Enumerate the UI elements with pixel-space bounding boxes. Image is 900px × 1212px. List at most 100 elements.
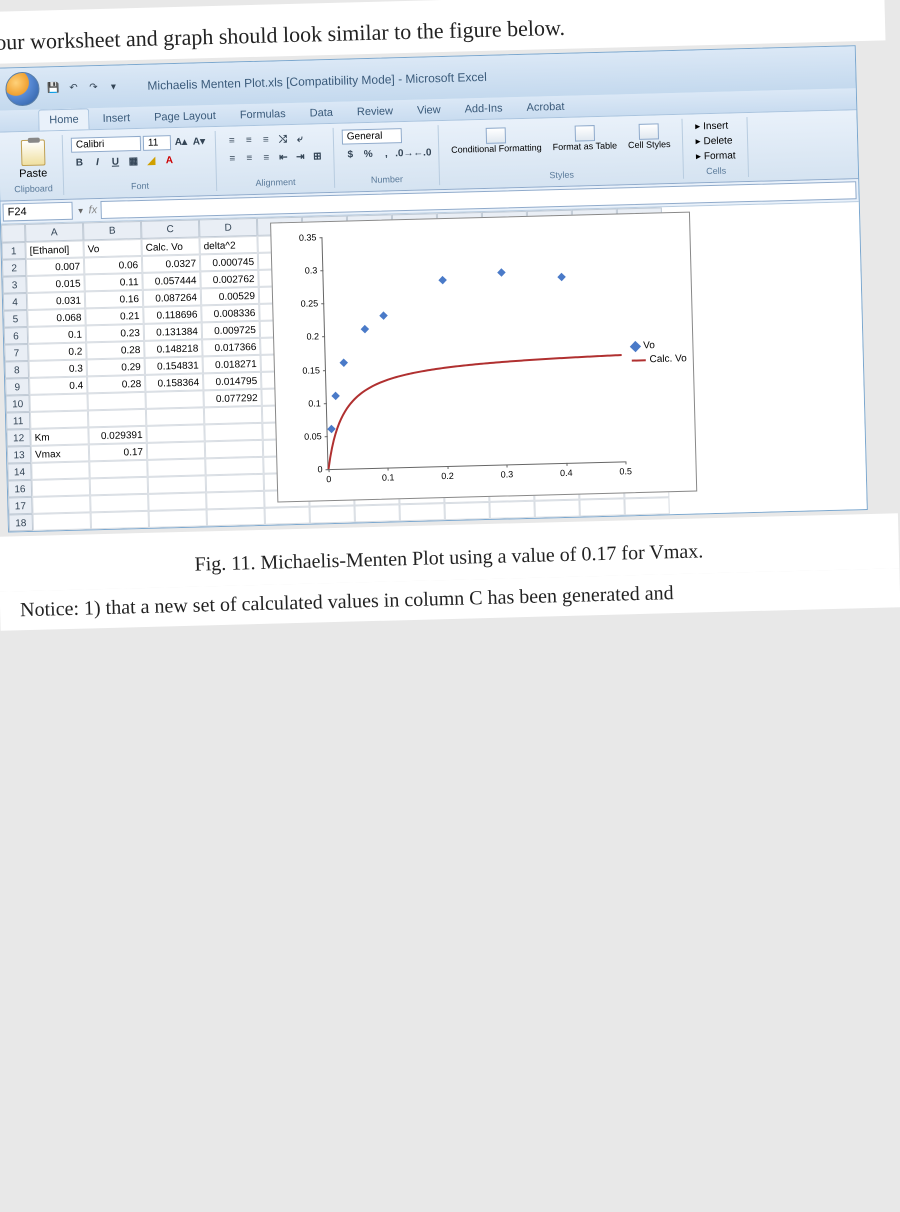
delete-cells-button[interactable]: ▸ Delete: [691, 134, 739, 148]
redo-icon[interactable]: ↷: [85, 79, 101, 95]
align-right-icon[interactable]: ≡: [258, 149, 274, 165]
cell[interactable]: [146, 407, 204, 426]
tab-formulas[interactable]: Formulas: [229, 103, 297, 126]
cell[interactable]: 0.16: [85, 290, 143, 309]
underline-button[interactable]: U: [107, 153, 123, 169]
cell[interactable]: 0.014795: [203, 372, 261, 391]
tab-acrobat[interactable]: Acrobat: [515, 96, 575, 119]
cell[interactable]: 0.17: [89, 443, 147, 462]
cell[interactable]: 0.009725: [202, 321, 260, 340]
row-header[interactable]: 16: [8, 480, 32, 498]
save-icon[interactable]: 💾: [45, 80, 61, 96]
cell[interactable]: [204, 406, 262, 425]
fx-icon[interactable]: fx: [88, 204, 97, 216]
comma-icon[interactable]: ,: [378, 145, 394, 161]
inc-decimal-icon[interactable]: .0→: [396, 145, 412, 161]
cell[interactable]: 0.06: [84, 256, 142, 275]
qat-more-icon[interactable]: ▾: [105, 78, 121, 94]
tab-home[interactable]: Home: [38, 108, 90, 130]
font-size-select[interactable]: 11: [143, 135, 171, 151]
cell[interactable]: [147, 458, 205, 477]
office-button[interactable]: [5, 72, 40, 107]
cell[interactable]: [147, 441, 205, 460]
undo-icon[interactable]: ↶: [65, 79, 81, 95]
cell[interactable]: 0.28: [86, 341, 144, 360]
cell[interactable]: 0.057444: [142, 271, 200, 290]
cell[interactable]: Vo: [83, 239, 141, 258]
fill-color-icon[interactable]: ◢: [143, 152, 159, 168]
indent-inc-icon[interactable]: ⇥: [292, 149, 308, 165]
insert-cells-button[interactable]: ▸ Insert: [691, 119, 739, 133]
percent-icon[interactable]: %: [360, 146, 376, 162]
cell[interactable]: [206, 474, 264, 493]
align-left-icon[interactable]: ≡: [224, 150, 240, 166]
cell[interactable]: [148, 475, 206, 494]
tab-data[interactable]: Data: [298, 102, 344, 124]
row-header[interactable]: 13: [7, 446, 31, 464]
cell[interactable]: 0.11: [84, 273, 142, 292]
cell[interactable]: [30, 410, 88, 429]
row-header[interactable]: 7: [4, 344, 28, 362]
cell[interactable]: 0.23: [86, 324, 144, 343]
cell[interactable]: delta^2: [199, 236, 257, 255]
select-all-corner[interactable]: [1, 224, 25, 243]
cell[interactable]: [90, 494, 148, 513]
align-mid-icon[interactable]: ≡: [241, 132, 257, 148]
cell[interactable]: [534, 500, 579, 518]
cell[interactable]: 0.148218: [144, 339, 202, 358]
row-header[interactable]: 9: [5, 378, 29, 396]
embedded-chart[interactable]: 00.050.10.150.20.250.30.3500.10.20.30.40…: [270, 212, 697, 503]
col-header[interactable]: A: [25, 222, 83, 242]
align-bot-icon[interactable]: ≡: [258, 131, 274, 147]
cell[interactable]: 0.018271: [203, 355, 261, 374]
cell[interactable]: Km: [30, 427, 88, 446]
cell[interactable]: [89, 460, 147, 479]
cell[interactable]: [Ethanol]: [25, 240, 83, 259]
cell[interactable]: 0.031: [27, 291, 85, 310]
align-center-icon[interactable]: ≡: [241, 150, 257, 166]
row-header[interactable]: 1: [1, 242, 25, 260]
tab-view[interactable]: View: [406, 99, 452, 121]
cell[interactable]: [265, 507, 310, 525]
tab-addins[interactable]: Add-Ins: [453, 97, 513, 120]
cell[interactable]: [579, 498, 624, 516]
cell[interactable]: 0.008336: [201, 304, 259, 323]
cell[interactable]: 0.002762: [200, 270, 258, 289]
cell[interactable]: 0.2: [28, 342, 86, 361]
cell[interactable]: [354, 504, 399, 522]
cell[interactable]: 0.1: [28, 325, 86, 344]
cell[interactable]: [205, 440, 263, 459]
merge-icon[interactable]: ⊞: [309, 148, 325, 164]
cell[interactable]: [146, 424, 204, 443]
cell[interactable]: 0.029391: [88, 426, 146, 445]
cell[interactable]: 0.015: [26, 274, 84, 293]
cell[interactable]: [444, 502, 489, 520]
col-header[interactable]: C: [141, 219, 199, 239]
borders-icon[interactable]: ▦: [125, 153, 141, 169]
format-as-table-button[interactable]: Format as Table: [548, 122, 621, 154]
dec-decimal-icon[interactable]: ←.0: [414, 144, 430, 160]
indent-dec-icon[interactable]: ⇤: [275, 149, 291, 165]
tab-insert[interactable]: Insert: [91, 107, 141, 129]
cell[interactable]: [624, 497, 669, 515]
cell[interactable]: [87, 392, 145, 411]
currency-icon[interactable]: $: [342, 146, 358, 162]
cell[interactable]: [90, 477, 148, 496]
paste-button[interactable]: Paste: [11, 137, 55, 182]
cell[interactable]: 0.29: [87, 358, 145, 377]
cell[interactable]: 0.017366: [202, 338, 260, 357]
cell[interactable]: [91, 511, 149, 530]
name-box[interactable]: F24: [2, 202, 72, 222]
row-header[interactable]: 11: [6, 412, 30, 430]
cell[interactable]: [32, 495, 90, 514]
row-header[interactable]: 18: [9, 514, 33, 532]
row-header[interactable]: 6: [4, 327, 28, 345]
cell[interactable]: 0.118696: [143, 305, 201, 324]
row-header[interactable]: 8: [5, 361, 29, 379]
align-top-icon[interactable]: ≡: [224, 132, 240, 148]
orientation-icon[interactable]: ⤭: [275, 131, 291, 147]
cell[interactable]: [204, 423, 262, 442]
cell[interactable]: [148, 492, 206, 511]
cell[interactable]: 0.3: [29, 359, 87, 378]
cell[interactable]: [310, 505, 355, 523]
